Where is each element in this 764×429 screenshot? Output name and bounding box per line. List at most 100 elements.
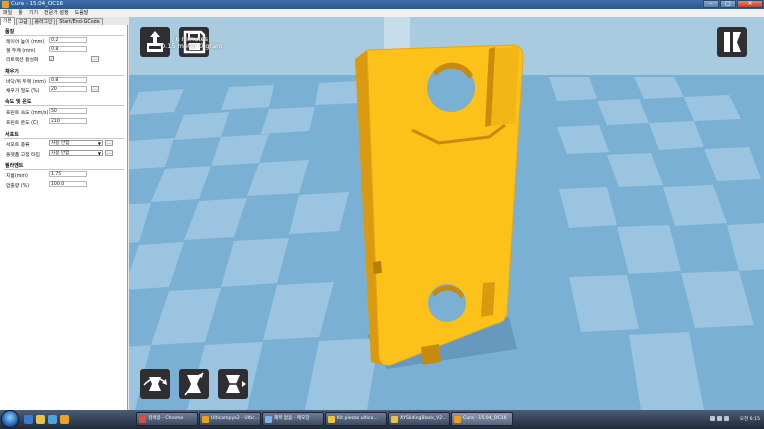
tray-icons (710, 416, 729, 421)
shell-thickness-label: 쉘 두께 (mm) (6, 49, 36, 54)
clock[interactable]: 오전 6:15 (740, 417, 760, 422)
retraction-checkbox[interactable]: ✓ (49, 56, 54, 61)
task-label: XYSlidingBlock_V2... (400, 416, 447, 421)
minimize-button[interactable]: – (703, 0, 719, 8)
menu-file[interactable]: 파일 (3, 9, 12, 17)
filament-diameter-label: 지름(mm) (6, 174, 28, 179)
print-usage-text: 0.15 meter 0 gram (161, 42, 223, 50)
rotate-icon (143, 377, 167, 391)
task-label: 제목 없음 - 메모장 (274, 416, 310, 421)
section-divider (4, 105, 124, 106)
tab-basic[interactable]: 기본 (0, 17, 15, 25)
taskbar-item-cura[interactable]: Cura - 15.04_OC16 (451, 412, 513, 426)
layer-height-input[interactable]: 0.2 (49, 37, 87, 43)
chevron-down-icon: ▼ (97, 151, 101, 156)
task-label: Cura - 15.04_OC16 (463, 416, 507, 421)
taskbar-item-chrome[interactable]: 검색용 - Chrome (136, 412, 198, 426)
taskbar-item-notepad[interactable]: 제목 없음 - 메모장 (262, 412, 324, 426)
window-controls: – □ ✕ (703, 0, 763, 9)
section-speed-title: 속도 및 온도 (5, 99, 32, 105)
menu-expert[interactable]: 전문가 설정 (44, 9, 69, 17)
mirror-button[interactable] (218, 369, 248, 399)
section-fill-title: 채우기 (5, 69, 19, 75)
ie-icon[interactable] (24, 415, 33, 424)
print-temp-label: 프린트 온도 (C) (6, 121, 39, 126)
support-type-more-button[interactable]: ... (105, 140, 113, 146)
taskbar-item-ultimaker[interactable]: Ulticampyx2 - Ultic... (199, 412, 261, 426)
adhesion-type-label: 플랫폼 고정 타입 (6, 153, 40, 158)
cura-icon (202, 416, 209, 423)
support-type-select[interactable]: 사용 안함 ▼ (49, 140, 103, 146)
start-button[interactable] (1, 410, 19, 428)
rotate-button[interactable] (140, 369, 170, 399)
folder-icon[interactable] (60, 415, 69, 424)
task-label: Ulticampyx2 - Ultic... (211, 416, 260, 421)
taskbar: 검색용 - Chrome Ulticampyx2 - Ultic... 제목 없… (0, 410, 764, 429)
support-type-value: 사용 안함 (51, 141, 70, 146)
section-divider (4, 75, 124, 76)
settings-tabs: 기본 고급 플러그인 Start/End-GCode (0, 17, 128, 25)
flow-input[interactable]: 100.0 (49, 181, 87, 187)
section-divider (4, 169, 124, 170)
filament-diameter-input[interactable]: 1.75 (49, 171, 87, 177)
system-tray: 오전 6:15 (708, 410, 764, 429)
menu-machine[interactable]: 기기 (29, 9, 38, 17)
folder-icon (391, 416, 398, 423)
chevron-down-icon: ▼ (97, 141, 101, 146)
tab-plugins[interactable]: 플러그인 (31, 18, 56, 25)
task-label: Kit piezas ultica... (337, 416, 378, 421)
view-mode-button[interactable] (717, 27, 747, 57)
volume-icon[interactable] (717, 416, 722, 421)
section-divider (4, 35, 124, 36)
shell-thickness-input[interactable]: 0.8 (49, 46, 87, 52)
adhesion-type-value: 사용 안함 (51, 151, 70, 156)
menu-tools[interactable]: 툴 (18, 9, 23, 17)
print-estimate: 6 minutes 0.15 meter 0 gram (161, 36, 222, 50)
tab-start-end-gcode[interactable]: Start/End-GCode (56, 18, 103, 25)
title-bar: Cura - 15.04_OC16 – □ ✕ (0, 0, 764, 9)
fill-density-label: 채우기 밀도 (%) (6, 89, 40, 94)
cura-icon (454, 416, 461, 423)
media-icon[interactable] (48, 415, 57, 424)
retraction-label: 리트랙션 활성화 (6, 58, 39, 63)
flow-label: 압출량 (%) (6, 184, 30, 189)
3d-viewport[interactable]: 6 minutes 0.15 meter 0 gram (129, 17, 764, 410)
folder-icon (328, 416, 335, 423)
adhesion-type-more-button[interactable]: ... (105, 150, 113, 156)
fill-density-more-button[interactable]: ... (91, 86, 99, 92)
menu-help[interactable]: 도움말 (75, 9, 89, 17)
view-mode-icon (724, 32, 741, 52)
mirror-icon (224, 375, 246, 393)
support-type-label: 서포트 종류 (6, 143, 30, 148)
tab-advanced[interactable]: 고급 (15, 18, 31, 25)
print-speed-input[interactable]: 50 (49, 108, 87, 114)
bottom-top-thickness-label: 바닥/위 두께 (mm) (6, 80, 46, 85)
settings-panel: 품질 레이어 높이 (mm) 0.2 쉘 두께 (mm) 0.8 리트랙션 활성… (0, 25, 128, 410)
network-icon[interactable] (710, 416, 715, 421)
adhesion-type-select[interactable]: 사용 안함 ▼ (49, 150, 103, 156)
explorer-icon[interactable] (36, 415, 45, 424)
taskbar-item-kit-piezas[interactable]: Kit piezas ultica... (325, 412, 387, 426)
scale-button[interactable] (179, 369, 209, 399)
chrome-icon (139, 416, 146, 423)
fill-density-input[interactable]: 20 (49, 86, 87, 92)
layer-height-label: 레이어 높이 (mm) (6, 40, 45, 45)
notepad-icon (265, 416, 272, 423)
retraction-more-button[interactable]: ... (91, 56, 99, 62)
task-label: 검색용 - Chrome (148, 416, 184, 421)
build-plate-scene (129, 17, 764, 410)
menu-bar: 파일 툴 기기 전문가 설정 도움말 (0, 9, 764, 17)
print-speed-label: 프린트 속도 (mm/s) (6, 111, 49, 116)
section-filament-title: 필라멘트 (5, 163, 24, 169)
bottom-top-thickness-input[interactable]: 0.8 (49, 77, 87, 83)
cura-app-icon (2, 1, 9, 8)
scale-icon (184, 372, 204, 396)
taskbar-item-xysliding[interactable]: XYSlidingBlock_V2... (388, 412, 450, 426)
section-quality-title: 품질 (5, 29, 15, 35)
section-divider (4, 138, 124, 139)
print-temp-input[interactable]: 210 (49, 118, 87, 124)
language-icon[interactable] (724, 416, 729, 421)
close-button[interactable]: ✕ (737, 0, 763, 8)
window-title: Cura - 15.04_OC16 (11, 1, 64, 7)
maximize-button[interactable]: □ (720, 0, 736, 8)
